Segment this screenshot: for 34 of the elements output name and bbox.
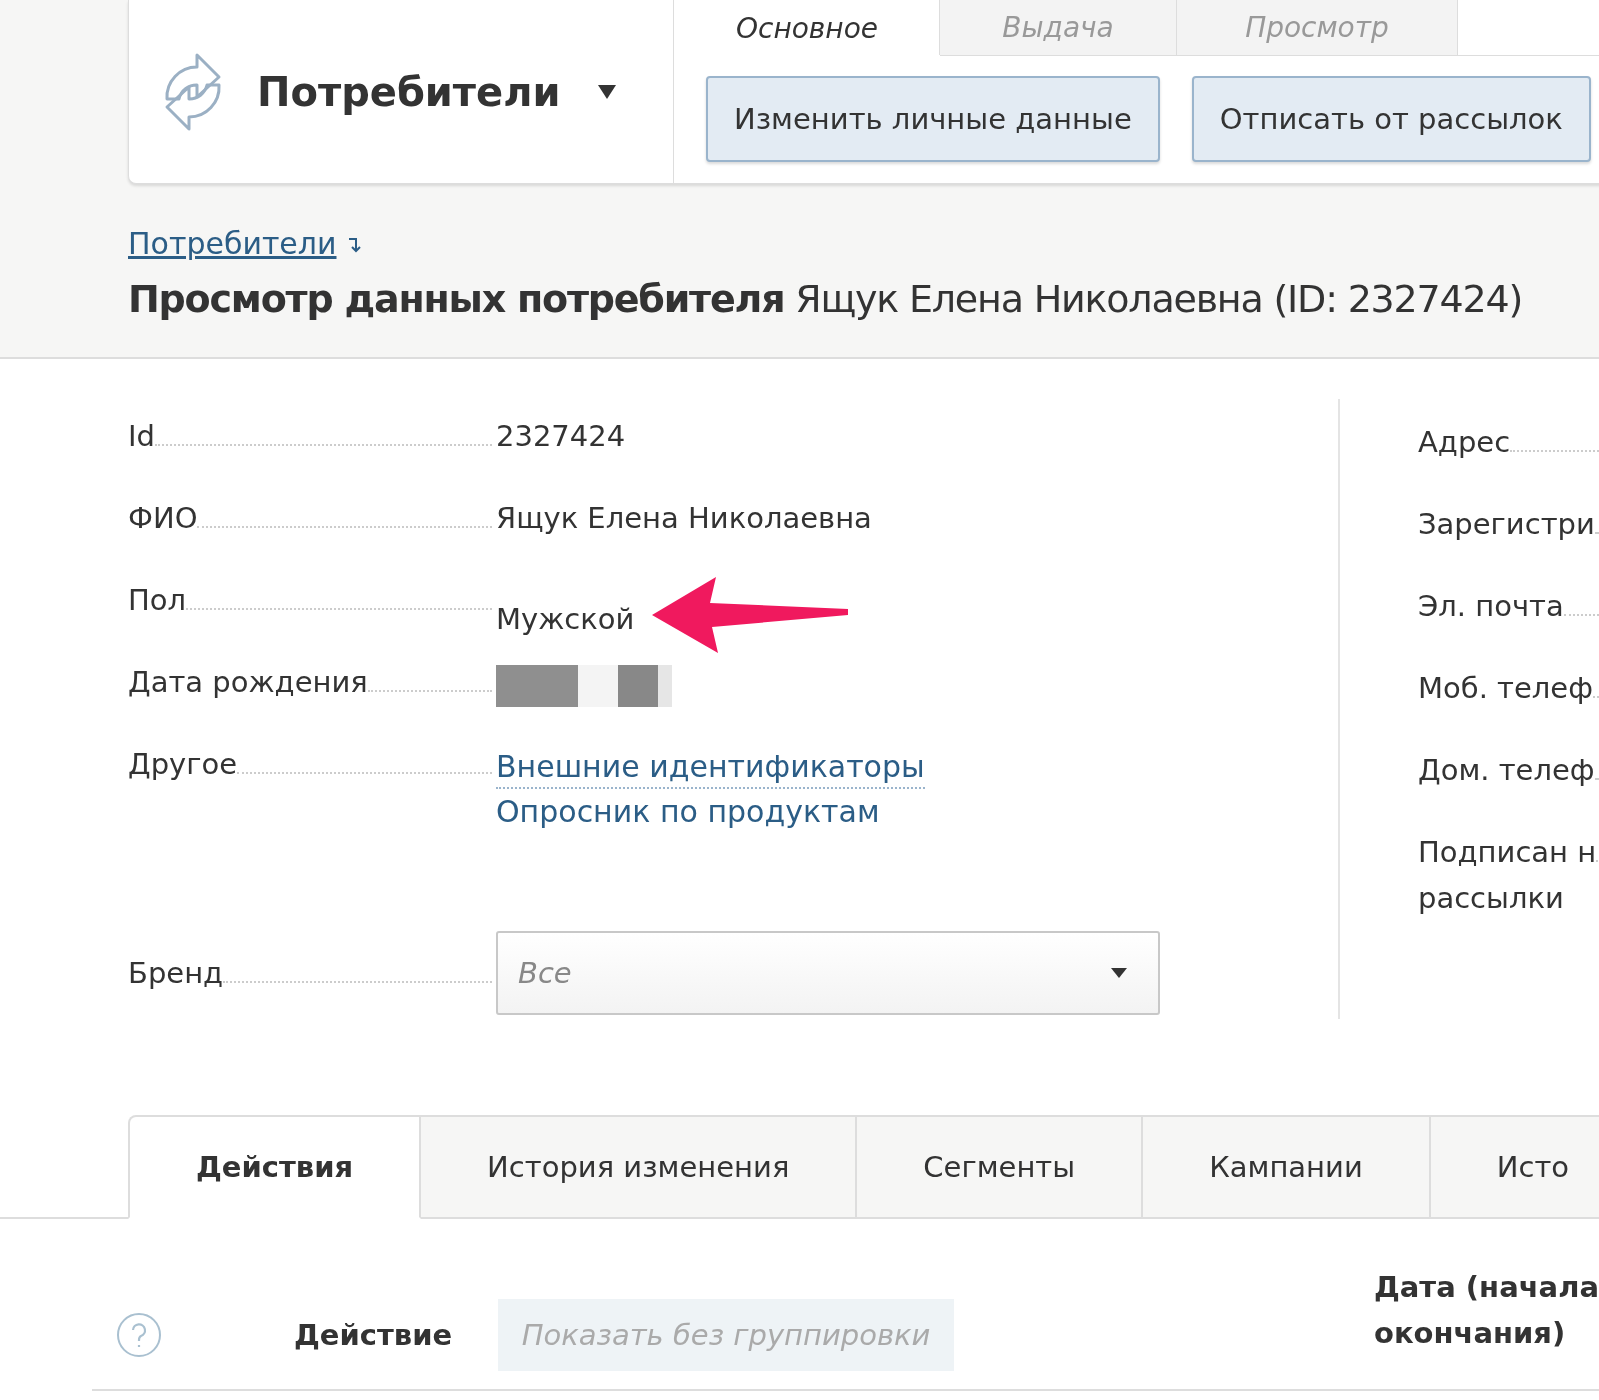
tab[interactable]: Кампании: [1143, 1115, 1431, 1219]
field-label: Дата рождения: [128, 665, 368, 699]
tab[interactable]: Сегменты: [857, 1115, 1144, 1219]
field-label: Id: [128, 419, 155, 453]
field-label: Бренд: [128, 956, 224, 990]
field-value: Мужской: [496, 602, 635, 636]
tab[interactable]: Действия: [128, 1115, 422, 1219]
field-value: 2327424: [496, 419, 626, 453]
field-label: Дом. телеф: [1418, 752, 1595, 789]
section-menu[interactable]: Потребители: [129, 0, 674, 183]
action-button[interactable]: Отписать от рассылок: [1191, 76, 1591, 162]
field-label: Адрес: [1418, 424, 1511, 461]
section-title: Потребители: [257, 68, 562, 115]
field-label: ФИО: [128, 501, 198, 535]
field-label: Другое: [128, 747, 238, 781]
link[interactable]: Опросник по продуктам: [496, 789, 925, 835]
link[interactable]: Внешние идентификаторы: [496, 747, 925, 789]
field-label: Зарегистри: [1418, 506, 1595, 543]
tab[interactable]: Исто: [1430, 1115, 1599, 1219]
tab[interactable]: Основное: [674, 0, 940, 56]
caret-icon: [597, 83, 617, 100]
action-button[interactable]: Изменить личные данные: [706, 76, 1160, 162]
tab[interactable]: История изменения: [421, 1115, 858, 1219]
field-label: Подписан н рассылки: [1418, 834, 1597, 917]
breadcrumb-link[interactable]: Потребители: [128, 226, 337, 261]
field-label: Эл. почта: [1418, 588, 1564, 625]
field-label: Моб. телеф: [1418, 670, 1593, 707]
help-icon[interactable]: [116, 1312, 162, 1358]
caret-icon: [1110, 967, 1128, 979]
column-header: Дата (начала окончания): [1373, 1269, 1599, 1352]
column-header: Действие: [294, 1318, 453, 1352]
field-label: Пол: [128, 583, 187, 617]
field-value: Ящук Елена Николаевна: [496, 501, 872, 535]
page-title: Просмотр данных потребителя Ящук Елена Николаевна (ID: 2327424): [128, 277, 1524, 321]
